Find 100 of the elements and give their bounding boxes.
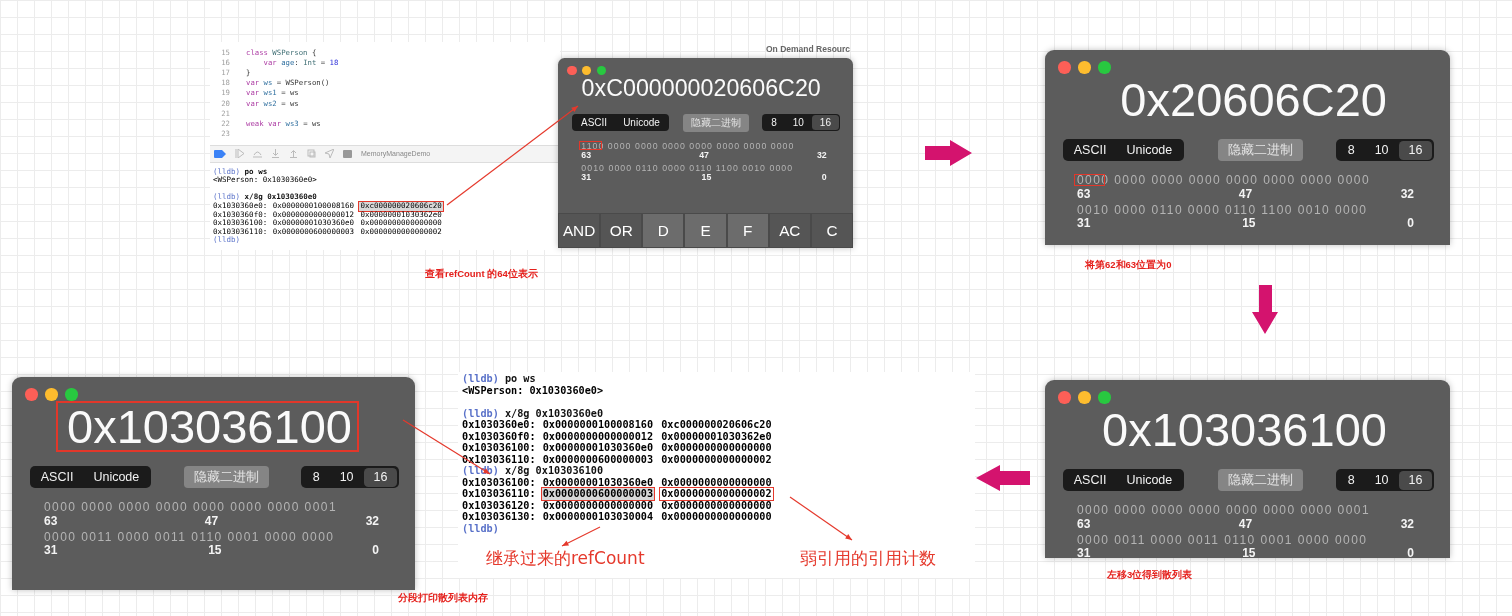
display-readout: 0xC000000020606C20 [580,75,822,103]
close-button[interactable] [1058,61,1071,74]
base-option[interactable]: 10 [1364,140,1399,160]
bit-index: 32 [817,151,827,161]
memory-value: 0x0000000000000000 [660,442,773,454]
base-option[interactable]: 16 [363,467,398,487]
mode-option[interactable]: Unicode [83,467,150,487]
mode-option[interactable]: Unicode [1116,470,1183,490]
bit-index: 15 [1242,217,1257,230]
mode-option[interactable]: ASCII [1063,140,1117,160]
key-button[interactable]: F [726,213,769,248]
memory-value: 0x0000000000000002 [660,453,773,465]
annotation: 弱引用的引用计数 [800,547,936,570]
lldb-prompt: (lldb) [462,407,499,419]
breakpoint-icon[interactable] [214,149,226,158]
bit-index: 32 [1400,518,1414,531]
base-option[interactable]: 10 [784,115,812,131]
close-button[interactable] [25,388,38,401]
caption: 分段打印散列表内存 [398,592,488,605]
caption: 左移3位得到散列表 [1107,569,1193,582]
annotation: 继承过来的refCount [486,547,645,570]
memory-address: 0x1030360f0: [462,430,536,442]
minimize-button[interactable] [1078,391,1091,404]
bit-index: 15 [208,544,223,557]
play-icon[interactable] [235,149,244,159]
close-button[interactable] [567,66,577,76]
base-option[interactable]: 8 [302,467,330,487]
layers-icon[interactable] [307,149,316,159]
minimize-button[interactable] [582,66,592,76]
memory-value: 0x00000001030360e0 [541,476,655,488]
lldb-prompt: (lldb) [462,373,499,385]
bit-index: 63 [1077,188,1092,201]
memory-address: 0x1030360e0: [462,419,536,431]
lldb-command: x/8g 0x103036100 [503,465,604,477]
step-over-icon[interactable] [253,149,262,159]
base-option[interactable]: 16 [1398,470,1433,490]
bit-index: 32 [365,515,379,528]
mode-option[interactable]: ASCII [1063,470,1117,490]
flow-arrow [976,465,1030,491]
key-button[interactable]: D [642,213,685,248]
zoom-button[interactable] [1098,391,1111,404]
bit-index: 15 [1242,547,1257,558]
key-button[interactable]: E [684,213,727,248]
bit-index: 31 [581,172,593,183]
location-arrow-icon[interactable] [325,149,334,159]
bit-index: 63 [581,151,593,161]
binary-digits: 0010 0000 0110 0000 0110 1100 0010 0000 [581,162,794,173]
base-option[interactable]: 8 [763,115,785,131]
key-button[interactable]: AC [768,213,811,248]
memory-value: 0x0000000600000003 [541,488,655,500]
mode-option[interactable]: ASCII [573,115,616,131]
bit-index: 31 [1077,547,1092,558]
memory-value: 0x0000000103030004 [541,511,655,523]
memory-value: 0x00000001030360e0 [541,442,655,454]
zoom-button[interactable] [1098,61,1111,74]
caption: 将第62和63位置为0 [1085,259,1172,272]
window-title: On Demand Resourc [766,44,851,54]
base-option[interactable]: 16 [1398,140,1433,160]
bit-index: 0 [372,544,379,557]
memory-value: 0x0000000000000012 [541,430,655,442]
base-option[interactable]: 10 [329,467,364,487]
display-readout: 0x20606C20 [1119,73,1388,126]
flow-arrow [925,140,972,166]
key-button[interactable]: C [810,213,853,248]
memory-value: 0x0000000000000000 [660,499,773,511]
memory-value: 0x0000000100008160 [541,419,655,431]
key-button[interactable]: OR [600,213,643,248]
bit-index: 31 [1077,217,1092,230]
step-out-icon[interactable] [289,149,298,159]
base-option[interactable]: 8 [1337,470,1365,490]
minimize-button[interactable] [1078,61,1091,74]
mode-option[interactable]: Unicode [1116,140,1183,160]
bit-index: 32 [1400,188,1414,201]
key-button[interactable]: AND [558,213,601,248]
binary-digits: 0000 0000 0000 0000 0000 0000 0000 0001 [44,500,338,515]
bit-index: 0 [1407,547,1414,558]
bit-index: 47 [1238,188,1254,201]
mode-option[interactable]: Unicode [615,115,668,131]
bit-index: 47 [699,151,710,161]
lldb-prompt: (lldb) [462,522,499,534]
memory-address: 0x103036100: [462,476,536,488]
base-option[interactable]: 16 [811,115,839,131]
bit-index: 31 [44,544,59,557]
bit-index: 63 [44,515,59,528]
minimize-button[interactable] [45,388,58,401]
bit-index: 0 [1407,217,1414,230]
zoom-button[interactable] [596,66,606,76]
bit-index: 47 [204,515,220,528]
step-into-icon[interactable] [271,149,280,159]
base-option[interactable]: 10 [1364,470,1399,490]
binary-digits: 0000 0000 0000 0000 0000 0000 0000 0001 [1077,503,1371,518]
mode-option[interactable]: ASCII [30,467,84,487]
binary-digits: 0000 0011 0000 0011 0110 0001 0000 0000 [44,529,335,544]
memory-address: 0x103036120: [462,499,536,511]
zoom-button[interactable] [65,388,78,401]
memory-value: 0xc000000020606c20 [660,419,773,431]
memory-value: 0x0000000000000000 [660,476,773,488]
close-button[interactable] [1058,391,1071,404]
base-option[interactable]: 8 [1337,140,1365,160]
display-readout: 0x103036100 [1101,403,1388,456]
